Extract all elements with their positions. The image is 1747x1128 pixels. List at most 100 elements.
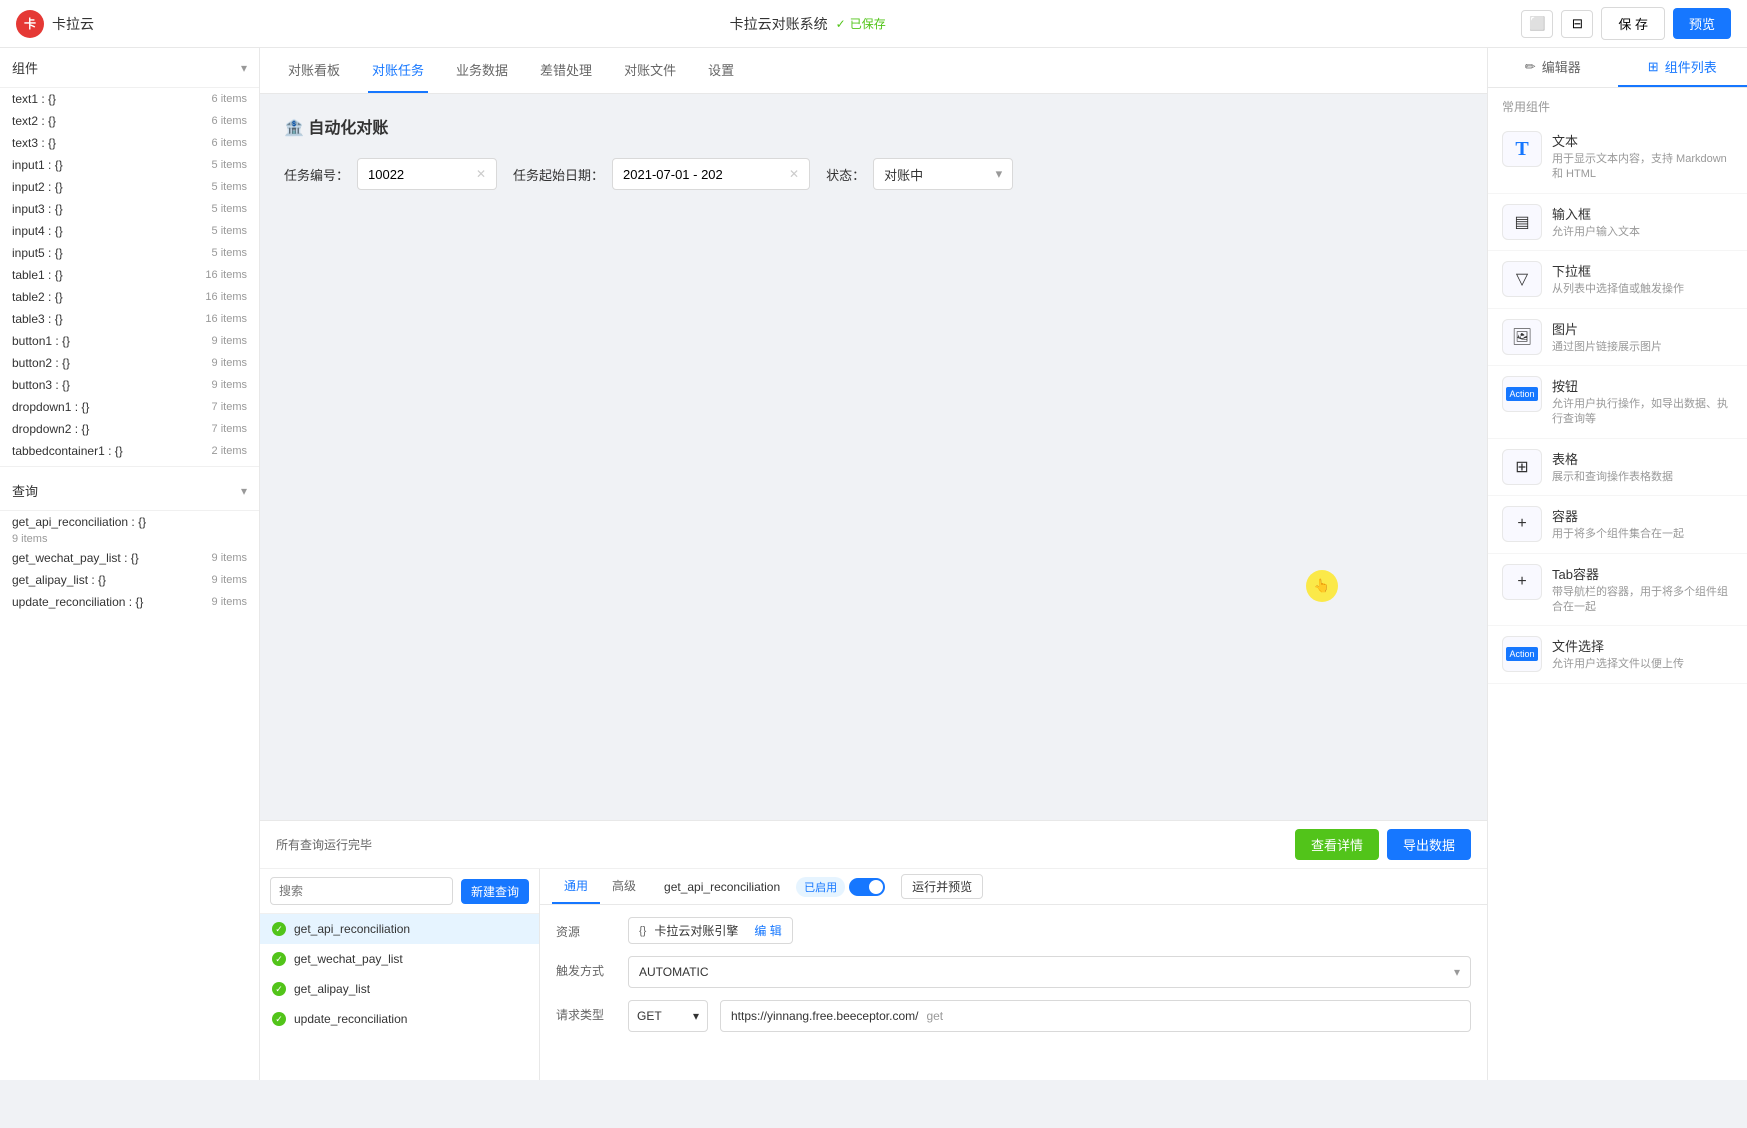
query-list-item[interactable]: get_api_reconciliation — [260, 914, 539, 944]
config-tab-advanced[interactable]: 高级 — [600, 869, 648, 904]
query-actions: 查看详情 导出数据 — [1295, 829, 1471, 860]
sidebar-item[interactable]: tabbedcontainer1 : {}2 items — [0, 440, 259, 462]
sidebar-item-count: 7 items — [212, 401, 247, 413]
sidebar-item[interactable]: input3 : {}5 items — [0, 198, 259, 220]
tab-对账任务[interactable]: 对账任务 — [368, 48, 428, 93]
task-date-label: 任务起始日期： — [513, 165, 604, 184]
component-item-5[interactable]: ⊞ 表格 展示和查询操作表格数据 — [1488, 439, 1747, 496]
sidebar-item[interactable]: dropdown2 : {}7 items — [0, 418, 259, 440]
component-item-1[interactable]: ▤ 输入框 允许用户输入文本 — [1488, 194, 1747, 251]
trigger-select[interactable]: AUTOMATIC ▾ — [628, 956, 1471, 988]
sidebar-item[interactable]: dropdown1 : {}7 items — [0, 396, 259, 418]
sidebar-item[interactable]: input4 : {}5 items — [0, 220, 259, 242]
sidebar-item[interactable]: button2 : {}9 items — [0, 352, 259, 374]
sidebar-item[interactable]: table1 : {}16 items — [0, 264, 259, 286]
tab-设置[interactable]: 设置 — [704, 48, 738, 93]
component-item-4[interactable]: Action 按钮 允许用户执行操作，如导出数据、执行查询等 — [1488, 366, 1747, 439]
right-components-list: T 文本 用于显示文本内容，支持 Markdown 和 HTML ▤ 输入框 允… — [1488, 121, 1747, 684]
sidebar-item[interactable]: table2 : {}16 items — [0, 286, 259, 308]
query-list-panel: 新建查询 get_api_reconciliationget_wechat_pa… — [260, 869, 540, 1080]
sidebar-item[interactable]: button1 : {}9 items — [0, 330, 259, 352]
sidebar-item[interactable]: text2 : {}6 items — [0, 110, 259, 132]
component-icon: T — [1502, 131, 1542, 167]
component-icon: Action — [1502, 376, 1542, 412]
task-date-clear-icon[interactable]: ✕ — [789, 167, 799, 181]
tab-对账看板[interactable]: 对账看板 — [284, 48, 344, 93]
sidebar-item-name: button1 : {} — [12, 334, 70, 348]
layout-btn-2[interactable]: ⊟ — [1561, 10, 1593, 38]
task-no-input-wrapper[interactable]: ✕ — [357, 158, 497, 190]
query-status-dot — [272, 922, 286, 936]
source-edit[interactable]: 编 辑 — [754, 922, 781, 939]
app-name: 卡拉云 — [52, 14, 94, 34]
sidebar-item-count: 2 items — [212, 445, 247, 457]
url-input-wrapper[interactable]: https://yinnang.free.beeceptor.com/ get — [720, 1000, 1471, 1032]
run-preview-button[interactable]: 运行并预览 — [901, 874, 983, 899]
task-no-input[interactable] — [368, 167, 470, 182]
component-icon: Action — [1502, 636, 1542, 672]
query-list-item[interactable]: get_wechat_pay_list — [260, 944, 539, 974]
components-section-header[interactable]: 组件 ▾ — [0, 48, 259, 88]
topbar-center: 卡拉云对账系统 ✓ 已保存 — [730, 14, 886, 34]
preview-button[interactable]: 预览 — [1673, 8, 1731, 39]
sidebar-query-item[interactable]: get_api_reconciliation : {} — [0, 511, 259, 533]
sidebar-item-count: 16 items — [205, 269, 247, 281]
sidebar-item[interactable]: text1 : {}6 items — [0, 88, 259, 110]
enabled-badge: 已启用 — [796, 877, 845, 897]
component-info: 图片 通过图片链接展示图片 — [1552, 319, 1733, 355]
component-item-2[interactable]: ▽ 下拉框 从列表中选择值或触发操作 — [1488, 251, 1747, 308]
layout-btn-1[interactable]: ⬜ — [1521, 10, 1553, 38]
component-item-6[interactable]: + 容器 用于将多个组件集合在一起 — [1488, 496, 1747, 553]
sidebar-divider — [0, 466, 259, 467]
component-item-7[interactable]: + Tab容器 带导航栏的容器，用于将多个组件组合在一起 — [1488, 554, 1747, 627]
sidebar-item-name: text2 : {} — [12, 114, 56, 128]
sidebar-item[interactable]: input5 : {}5 items — [0, 242, 259, 264]
tab-差错处理[interactable]: 差错处理 — [536, 48, 596, 93]
tab-editor-label: 编辑器 — [1542, 57, 1581, 76]
query-list-item[interactable]: get_alipay_list — [260, 974, 539, 1004]
tab-业务数据[interactable]: 业务数据 — [452, 48, 512, 93]
task-no-clear-icon[interactable]: ✕ — [476, 167, 486, 181]
tab-对账文件[interactable]: 对账文件 — [620, 48, 680, 93]
save-button[interactable]: 保 存 — [1601, 7, 1665, 40]
queries-section-header[interactable]: 查询 ▾ — [0, 471, 259, 511]
task-date-input-wrapper[interactable]: ✕ — [612, 158, 810, 190]
sidebar-item[interactable]: input2 : {}5 items — [0, 176, 259, 198]
method-select[interactable]: GET ▾ — [628, 1000, 708, 1032]
task-date-field: 任务起始日期： ✕ — [513, 158, 810, 190]
query-search-input[interactable] — [270, 877, 453, 905]
detail-button[interactable]: 查看详情 — [1295, 829, 1379, 860]
config-tab-general[interactable]: 通用 — [552, 869, 600, 904]
status-select[interactable]: 对账中 ▾ — [873, 158, 1013, 190]
sidebar-query-item[interactable]: get_wechat_pay_list : {}9 items — [0, 547, 259, 569]
sidebar-query-item[interactable]: get_alipay_list : {}9 items — [0, 569, 259, 591]
query-status-dot — [272, 952, 286, 966]
component-desc: 用于将多个组件集合在一起 — [1552, 527, 1733, 542]
sidebar-item[interactable]: text3 : {}6 items — [0, 132, 259, 154]
sidebar-item[interactable]: button3 : {}9 items — [0, 374, 259, 396]
source-selector[interactable]: {} 卡拉云对账引擎 编 辑 — [628, 917, 793, 944]
component-item-8[interactable]: Action 文件选择 允许用户选择文件以便上传 — [1488, 626, 1747, 683]
config-tab-general-label: 通用 — [564, 877, 588, 894]
right-panel-section-title: 常用组件 — [1488, 88, 1747, 121]
sidebar-query-count: 9 items — [0, 533, 259, 547]
bottom-panel: 所有查询运行完毕 查看详情 导出数据 新建查询 get_api_reconcil… — [260, 820, 1487, 1080]
component-info: 容器 用于将多个组件集合在一起 — [1552, 506, 1733, 542]
task-date-input[interactable] — [623, 167, 783, 182]
component-item-0[interactable]: T 文本 用于显示文本内容，支持 Markdown 和 HTML — [1488, 121, 1747, 194]
export-button[interactable]: 导出数据 — [1387, 829, 1471, 860]
sidebar-item[interactable]: table3 : {}16 items — [0, 308, 259, 330]
toggle-track[interactable] — [849, 878, 885, 896]
url-value: https://yinnang.free.beeceptor.com/ — [731, 1009, 918, 1023]
sidebar-item-count: 6 items — [212, 137, 247, 149]
sidebar-item-name: button3 : {} — [12, 378, 70, 392]
component-item-3[interactable]: 🖼 图片 通过图片链接展示图片 — [1488, 309, 1747, 366]
task-no-field: 任务编号： ✕ — [284, 158, 497, 190]
sidebar-item[interactable]: input1 : {}5 items — [0, 154, 259, 176]
sidebar-item-name: table2 : {} — [12, 290, 63, 304]
tab-components-list[interactable]: ⊞ 组件列表 — [1618, 48, 1747, 87]
tab-editor[interactable]: ✏ 编辑器 — [1488, 48, 1618, 87]
query-list-item[interactable]: update_reconciliation — [260, 1004, 539, 1034]
new-query-button[interactable]: 新建查询 — [461, 879, 529, 904]
sidebar-query-item[interactable]: update_reconciliation : {}9 items — [0, 591, 259, 613]
